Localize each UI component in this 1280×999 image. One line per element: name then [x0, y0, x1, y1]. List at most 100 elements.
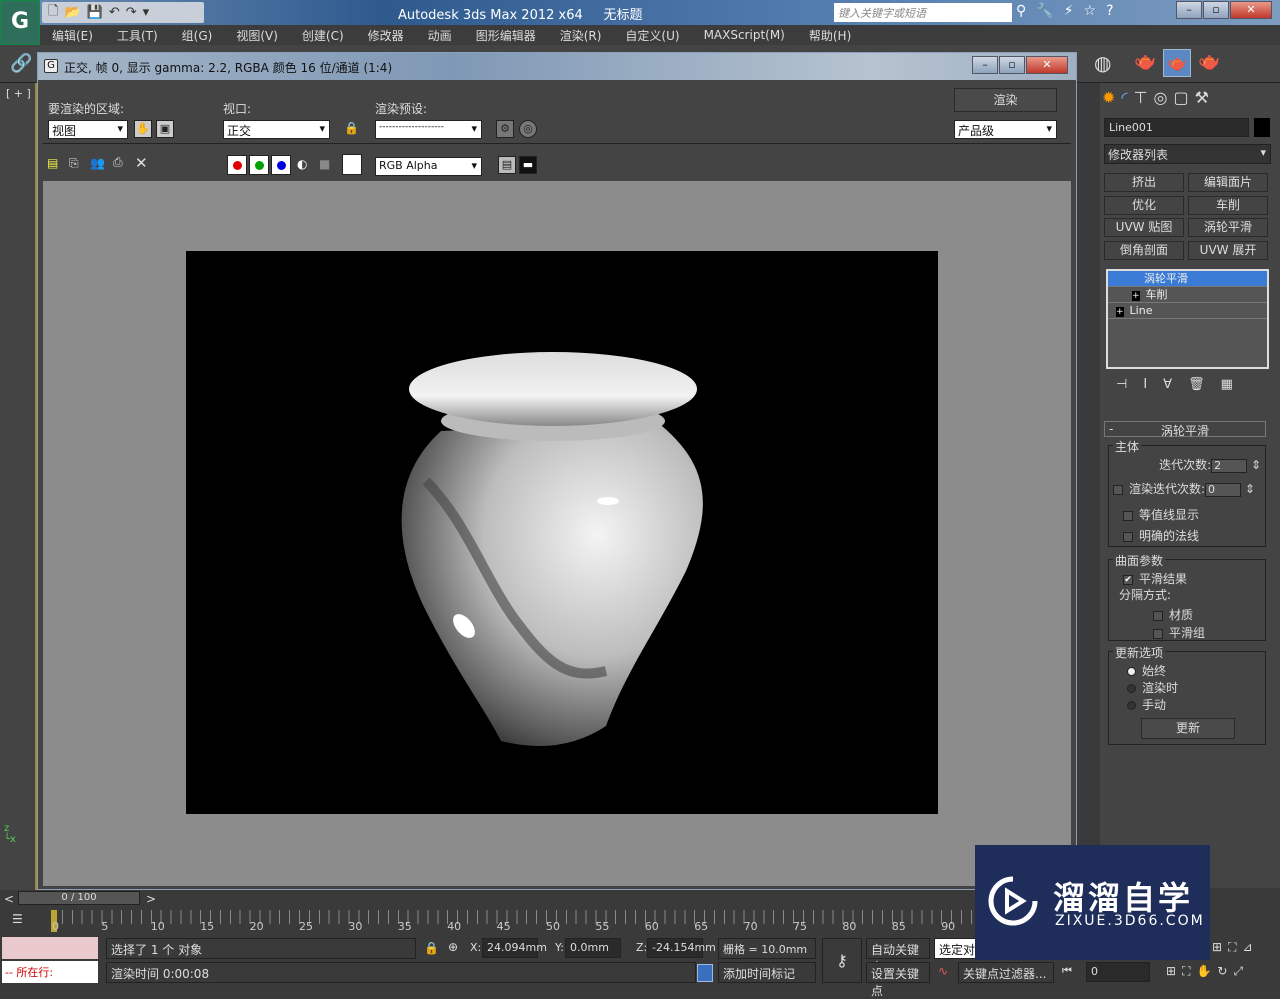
menu-views[interactable]: 视图(V) [224, 27, 290, 44]
set-key-button[interactable]: 设置关键点 [866, 962, 930, 998]
set-key-icon[interactable]: ⚷ [822, 938, 862, 983]
zoom-all-icon[interactable]: ⊞ [1212, 940, 1222, 955]
app-menu-button[interactable]: G [0, 0, 40, 45]
key-mode-toggle-icon[interactable]: ⏮ [1062, 964, 1072, 978]
monochrome-icon[interactable]: ■ [319, 157, 330, 171]
menu-customize[interactable]: 自定义(U) [613, 27, 691, 44]
search-input[interactable]: 键入关键字或短语 [834, 3, 1012, 22]
display-tab-icon[interactable]: ▢ [1174, 88, 1189, 107]
time-tag-icon[interactable] [697, 964, 713, 982]
key-icon[interactable]: 🔧 [1036, 3, 1053, 19]
edit-patch-button[interactable]: 编辑面片 [1188, 173, 1268, 192]
y-coordinate-field[interactable]: 0.0mm [565, 938, 621, 958]
render-button[interactable]: 渲染 [954, 88, 1057, 112]
red-channel-toggle[interactable] [227, 155, 247, 175]
binoculars-icon[interactable]: ⚲ [1016, 3, 1026, 19]
render-iters-spinner[interactable]: 0 [1205, 482, 1242, 497]
prev-frame-icon[interactable]: < [4, 892, 14, 906]
viewport-label[interactable]: [ + ] [6, 87, 31, 100]
time-slider[interactable]: 0 / 100 [18, 891, 140, 905]
open-icon[interactable]: 📂 [64, 5, 80, 20]
object-name-input[interactable]: Line001 [1104, 118, 1249, 137]
star-icon[interactable]: ☆ [1084, 3, 1097, 19]
render-iters-checkbox[interactable] [1113, 484, 1123, 495]
configure-modifier-sets-icon[interactable]: ▦ [1221, 377, 1233, 392]
help-icon[interactable]: ? [1106, 3, 1113, 19]
modifier-list-dropdown[interactable]: 修改器列表 [1104, 144, 1271, 164]
next-frame-icon[interactable]: > [146, 892, 156, 906]
collapse-icon[interactable]: - [1109, 422, 1113, 436]
menu-modifiers[interactable]: 修改器 [356, 27, 416, 44]
clear-icon[interactable]: ✕ [135, 154, 148, 172]
minimize-button[interactable]: – [1176, 1, 1202, 19]
save-image-icon[interactable]: ▤ [47, 156, 58, 170]
undo-icon[interactable]: ↶ [109, 5, 120, 20]
stack-item[interactable]: 涡轮平滑 [1108, 271, 1267, 287]
print-icon[interactable]: ⎙ [113, 155, 123, 170]
selection-lock-icon[interactable]: 🔒 [424, 941, 439, 955]
close-button[interactable]: ✕ [1230, 1, 1272, 19]
menu-help[interactable]: 帮助(H) [797, 27, 863, 44]
satellite-icon[interactable]: ⚡ [1064, 3, 1074, 19]
utilities-tab-icon[interactable]: ⚒ [1195, 88, 1209, 107]
key-filters-button[interactable]: 关键点过滤器... [958, 962, 1054, 983]
maximize-viewport-icon[interactable]: ⤢ [1233, 964, 1243, 979]
hierarchy-tab-icon[interactable]: ⊤ [1134, 88, 1148, 107]
copy-image-icon[interactable]: ⎘ [69, 156, 79, 171]
link-icon[interactable]: 🔗 [10, 53, 32, 74]
zoom-extents-all-icon[interactable]: ⛶ [1228, 940, 1236, 955]
x-coordinate-field[interactable]: 24.094mm [482, 938, 547, 958]
material-checkbox[interactable] [1153, 610, 1163, 621]
isoline-checkbox[interactable] [1123, 510, 1133, 521]
field-of-view-icon[interactable]: ⊿ [1242, 940, 1252, 955]
alpha-channel-icon[interactable]: ◐ [297, 157, 307, 171]
iterations-spinner[interactable]: 2 [1211, 458, 1248, 473]
make-unique-icon[interactable]: ∀ [1163, 377, 1172, 392]
pan-icon[interactable]: ✋ [1196, 964, 1211, 979]
add-time-tag[interactable]: 添加时间标记 [718, 962, 816, 983]
expand-icon[interactable]: + [1132, 291, 1140, 301]
menu-create[interactable]: 创建(C) [290, 27, 356, 44]
menu-graph-editors[interactable]: 图形编辑器 [464, 27, 548, 44]
extrude-button[interactable]: 挤出 [1104, 173, 1184, 192]
viewport-dropdown[interactable]: 正交 [223, 120, 330, 139]
save-icon[interactable]: 💾 [87, 5, 103, 20]
when-rendering-radio[interactable] [1127, 684, 1136, 693]
menu-maxscript[interactable]: MAXScript(M) [692, 28, 797, 42]
always-radio[interactable] [1127, 667, 1136, 676]
show-end-result-icon[interactable]: Ι [1143, 377, 1147, 392]
swatch[interactable] [342, 154, 362, 175]
smoothing-groups-checkbox[interactable] [1153, 628, 1163, 639]
material-editor-icon[interactable]: ◍ [1094, 51, 1111, 75]
render-production-icon[interactable]: 🫖 [1198, 51, 1220, 72]
menu-edit[interactable]: 编辑(E) [40, 27, 105, 44]
bevel-profile-button[interactable]: 倒角剖面 [1104, 241, 1184, 260]
menu-tools[interactable]: 工具(T) [105, 27, 170, 44]
menu-group[interactable]: 组(G) [170, 27, 225, 44]
area-dropdown[interactable]: 视图 [48, 120, 128, 139]
smooth-result-checkbox[interactable]: ✔ [1123, 574, 1133, 585]
auto-key-button[interactable]: 自动关键点 [866, 938, 930, 974]
menu-animation[interactable]: 动画 [416, 27, 464, 44]
new-file-icon[interactable]: 🗋 [48, 2, 58, 24]
lathe-button[interactable]: 车削 [1188, 196, 1268, 215]
maxscript-listener[interactable] [2, 937, 98, 959]
preset-dropdown[interactable]: -------------------- [375, 120, 482, 139]
environment-icon[interactable]: ◎ [519, 120, 537, 138]
curve-editor-icon[interactable]: ☰ [12, 912, 23, 926]
stack-item[interactable]: + Line [1108, 303, 1267, 319]
menu-rendering[interactable]: 渲染(R) [548, 27, 614, 44]
z-coordinate-field[interactable]: -24.154mm [647, 938, 716, 958]
green-channel-toggle[interactable] [249, 155, 269, 175]
object-color-swatch[interactable] [1254, 118, 1270, 137]
manually-radio[interactable] [1127, 701, 1136, 710]
maximize-button[interactable]: ▫ [1203, 1, 1229, 19]
toggle-ui-overlay-icon[interactable]: ▤ [498, 156, 516, 174]
quality-dropdown[interactable]: 产品级 [954, 120, 1057, 139]
edit-region-icon[interactable]: ✋ [134, 120, 152, 138]
render-setup-icon[interactable]: ⚙ [496, 120, 514, 138]
unwrap-uvw-button[interactable]: UVW 展开 [1188, 241, 1268, 260]
redo-icon[interactable]: ↷ [126, 5, 137, 20]
toggle-ui-icon[interactable]: ▬ [519, 156, 537, 174]
key-tangent-icon[interactable]: ∿ [938, 964, 948, 978]
